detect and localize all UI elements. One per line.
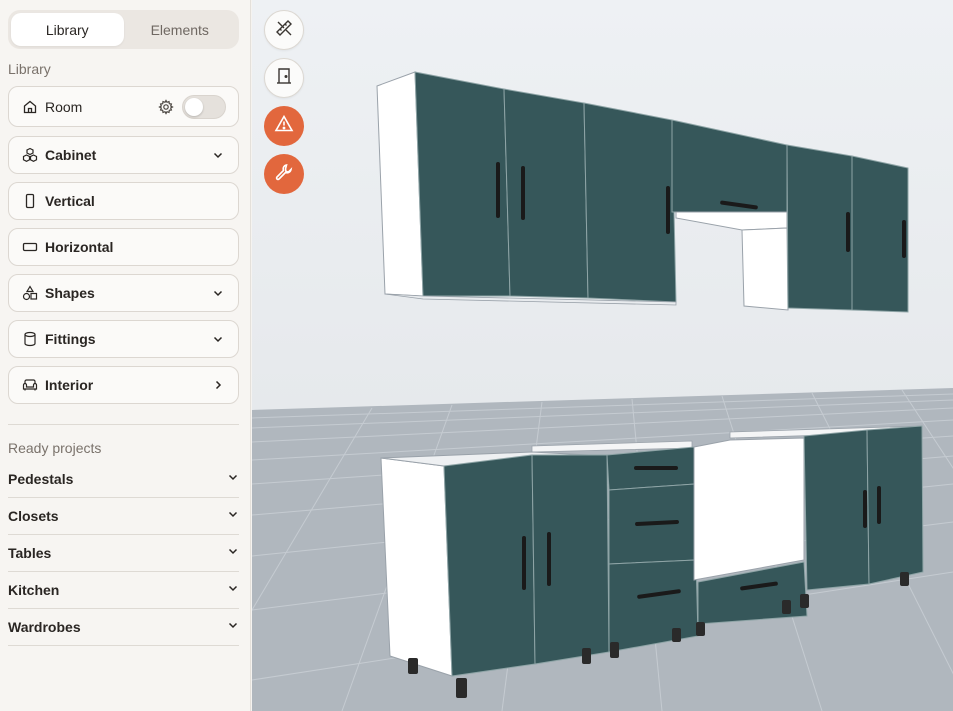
chevron-down-icon [227,581,239,599]
room-label: Room [45,98,83,115]
room-toggle[interactable] [182,94,226,119]
kitchen-scene[interactable] [252,0,953,711]
library-item-label: Cabinet [45,147,97,163]
chevron-down-icon [227,618,239,636]
vertical-rect-icon [21,192,39,210]
horizontal-rect-icon [21,238,39,256]
warning-icon [274,114,294,139]
tab-bar: Library Elements [8,10,239,49]
library-item-horizontal[interactable]: Horizontal [8,228,239,266]
library-item-cabinet[interactable]: Cabinet [8,136,239,174]
library-item-shapes[interactable]: Shapes [8,274,239,312]
project-label: Wardrobes [8,619,81,635]
library-item-label: Shapes [45,285,95,301]
divider [8,424,239,425]
library-item-label: Horizontal [45,239,114,255]
chevron-down-icon [210,147,226,163]
chevron-down-icon [227,507,239,525]
design-tools-button[interactable] [264,10,304,50]
library-item-label: Interior [45,377,94,393]
project-pedestals[interactable]: Pedestals [8,461,239,498]
sidebar: Library Elements Library Room Cabinet Ve… [0,0,251,711]
door-button[interactable] [264,58,304,98]
tab-library[interactable]: Library [11,13,124,46]
wrench-icon [274,162,294,187]
project-label: Closets [8,508,59,524]
library-item-label: Fittings [45,331,96,347]
project-tables[interactable]: Tables [8,535,239,572]
library-item-label: Vertical [45,193,95,209]
wrench-button[interactable] [264,154,304,194]
gear-icon[interactable] [158,98,174,115]
project-label: Kitchen [8,582,60,598]
chevron-down-icon [227,544,239,562]
project-closets[interactable]: Closets [8,498,239,535]
chevron-down-icon [210,331,226,347]
tab-elements[interactable]: Elements [124,13,237,46]
project-kitchen[interactable]: Kitchen [8,572,239,609]
cubes-icon [21,146,39,164]
library-heading: Library [8,61,51,77]
home-icon [21,98,39,116]
chevron-down-icon [210,285,226,301]
warning-button[interactable] [264,106,304,146]
door-icon [274,66,294,91]
shapes-icon [21,284,39,302]
ready-projects-heading: Ready projects [8,440,102,456]
project-label: Pedestals [8,471,74,487]
cylinder-icon [21,330,39,348]
room-item[interactable]: Room [8,86,239,127]
chevron-right-icon [210,377,226,393]
ruler-pencil-icon [274,18,294,43]
project-label: Tables [8,545,52,561]
library-item-fittings[interactable]: Fittings [8,320,239,358]
sofa-icon [21,376,39,394]
chevron-down-icon [227,470,239,488]
3d-viewport[interactable] [252,0,953,711]
library-item-vertical[interactable]: Vertical [8,182,239,220]
project-wardrobes[interactable]: Wardrobes [8,609,239,646]
library-item-interior[interactable]: Interior [8,366,239,404]
